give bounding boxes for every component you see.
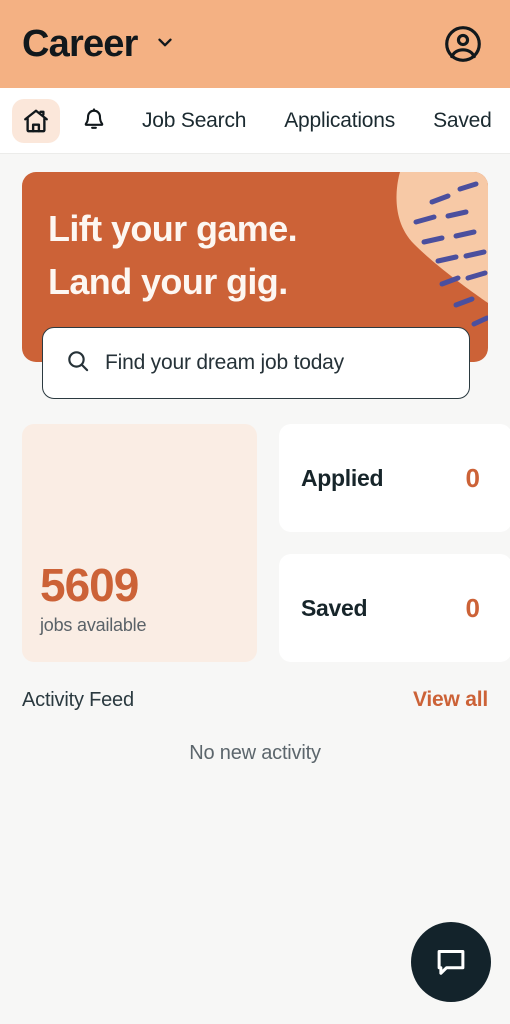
view-all-link[interactable]: View all bbox=[413, 688, 488, 712]
main-content: Lift your game. Land your gig. Find your… bbox=[0, 172, 510, 765]
hero-headline-line2: Land your gig. bbox=[48, 261, 288, 303]
saved-count: 0 bbox=[465, 592, 480, 623]
chat-bubble-icon bbox=[437, 950, 465, 975]
activity-feed-header: Activity Feed View all bbox=[22, 688, 488, 712]
search-input[interactable]: Find your dream job today bbox=[105, 351, 344, 375]
brand-dropdown[interactable]: Career bbox=[22, 25, 442, 63]
notifications-button[interactable] bbox=[70, 99, 118, 143]
applied-card[interactable]: Applied 0 bbox=[279, 424, 510, 532]
hero-headline: Lift your game. Land your gig. bbox=[48, 202, 462, 309]
account-circle-icon bbox=[445, 26, 481, 62]
jobs-available-label: jobs available bbox=[40, 615, 147, 635]
chevron-down-icon[interactable] bbox=[154, 31, 176, 58]
jobs-available-card[interactable]: 5609 jobs available bbox=[22, 424, 257, 662]
search-bar[interactable]: Find your dream job today bbox=[42, 327, 470, 399]
hero-headline-line1: Lift your game. bbox=[48, 208, 298, 249]
sidebar-item-home[interactable] bbox=[12, 98, 60, 143]
main-navigation: Job Search Applications Saved bbox=[0, 88, 510, 154]
stats-row: 5609 jobs available Applied 0 Saved 0 bbox=[22, 424, 510, 662]
jobs-available-count: 5609 bbox=[40, 559, 139, 612]
stat-cards: Applied 0 Saved 0 bbox=[279, 424, 510, 662]
home-icon bbox=[24, 109, 48, 132]
hero-banner-wrapper: Lift your game. Land your gig. Find your… bbox=[22, 172, 488, 399]
activity-feed-title: Activity Feed bbox=[22, 688, 134, 711]
tab-saved[interactable]: Saved bbox=[419, 109, 506, 133]
activity-empty-state: No new activity bbox=[189, 742, 321, 764]
page-title: Career bbox=[22, 23, 138, 65]
applied-label: Applied bbox=[301, 464, 384, 491]
tab-job-search[interactable]: Job Search bbox=[128, 109, 260, 133]
avatar[interactable] bbox=[442, 23, 484, 65]
saved-card[interactable]: Saved 0 bbox=[279, 554, 510, 662]
search-icon bbox=[65, 348, 91, 379]
saved-label: Saved bbox=[301, 594, 368, 621]
app-header: Career bbox=[0, 0, 510, 88]
applied-count: 0 bbox=[465, 462, 480, 493]
bell-icon bbox=[84, 107, 104, 129]
tab-applications[interactable]: Applications bbox=[270, 109, 409, 133]
chat-button[interactable] bbox=[411, 922, 491, 1002]
